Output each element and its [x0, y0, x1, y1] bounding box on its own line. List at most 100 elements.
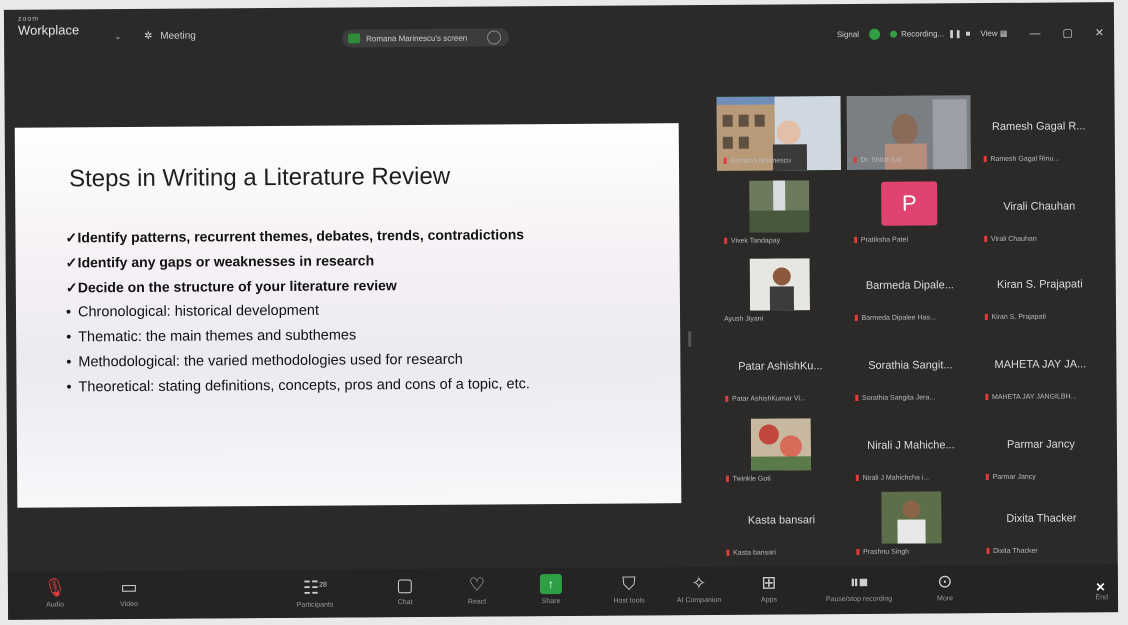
mic-muted-icon: ▮ — [985, 472, 990, 482]
participant-tile[interactable]: Parmar Jancy ▮ Parmar Jancy — [979, 412, 1104, 487]
meeting-menu[interactable]: ✲ Meeting — [144, 31, 196, 42]
participant-name: MAHETA JAY JA... — [994, 358, 1087, 371]
mic-muted-icon: ▮ — [983, 234, 988, 244]
ai-companion-button[interactable]: ✧ AI Companion — [668, 573, 730, 604]
participant-label: ▮ Pratiksha Patel — [853, 235, 908, 244]
pause-stop-recording-icon: ⏸⏹ — [849, 571, 868, 592]
react-button[interactable]: ♡ React — [446, 574, 508, 606]
apps-button[interactable]: ⊞ Apps — [738, 572, 800, 604]
security-icon[interactable] — [487, 30, 502, 45]
share-button[interactable]: ↑ Share — [520, 574, 582, 605]
recording-label: Recording... — [901, 29, 945, 39]
participant-tile[interactable]: ▮ Vivek Tandapay — [717, 176, 842, 251]
bullet-dot-icon: • — [66, 354, 72, 371]
participant-name: Dixita Thacker — [1006, 512, 1077, 525]
participant-tile[interactable]: Virali Chauhan ▮ Virali Chauhan — [977, 174, 1102, 249]
participant-tile[interactable]: Dixita Thacker ▮ Dixita Thacker — [979, 486, 1104, 561]
participant-tile[interactable]: MAHETA JAY JA... ▮ MAHETA JAY JANGILBH... — [978, 332, 1103, 407]
bullet-item: • Methodological: the varied methodologie… — [66, 350, 666, 371]
participant-label-text: Dixita Thacker — [993, 547, 1038, 555]
chevron-down-icon[interactable]: ⌄ — [114, 31, 122, 42]
minimize-button[interactable]: — — [1029, 27, 1040, 39]
mic-muted-icon: ▮ — [984, 312, 989, 322]
participant-tile[interactable]: P ▮ Pratiksha Patel — [847, 175, 972, 250]
participant-tile[interactable]: Sorathia Sangit... ▮ Sorathia Sangita Jer… — [848, 333, 973, 408]
bullet-item: • Chronological: historical development — [66, 300, 666, 321]
participant-label: ▮ Nirali J Mahichcha i... — [855, 472, 929, 482]
audio-button[interactable]: 🎙︎ Audio — [24, 577, 86, 608]
view-grid-icon: ▦ — [999, 28, 1008, 38]
participant-tile[interactable]: ▮ Dr. Shital Sali — [846, 95, 972, 170]
app-title: Workplace — [17, 22, 80, 38]
end-meeting-button[interactable]: ✕ End — [1095, 580, 1108, 601]
mic-muted-icon: ▮ — [853, 234, 858, 244]
restore-button[interactable]: ▢ — [1062, 26, 1072, 39]
bullet-item: • Theoretical: stating definitions, conce… — [66, 375, 666, 396]
participant-label-text: Pratiksha Patel — [860, 236, 909, 244]
participant-label-text: Twinkle Goti — [732, 475, 771, 483]
close-icon: ✕ — [1095, 580, 1106, 595]
recording-control-button[interactable]: ⏸⏹ Pause/stop recording — [814, 572, 904, 604]
participant-tile[interactable]: Ramesh Gagal R... ▮ Ramesh Gagal Rinu... — [977, 94, 1102, 169]
participant-tile[interactable]: ▮ Twinkle Goti — [719, 414, 844, 489]
mic-muted-icon: ▮ — [854, 392, 860, 402]
participant-tile[interactable]: Kiran S. Prajapati ▮ Kiran S. Prajapati — [978, 252, 1103, 327]
mic-muted-icon: ▮ — [982, 154, 988, 164]
stop-icon[interactable]: ■ — [966, 29, 971, 38]
host-tools-button[interactable]: ⛉ Host tools — [598, 573, 660, 604]
participant-label: ▮ Ramesh Gagal Rinu... — [982, 154, 1059, 164]
chat-button[interactable]: ▢ Chat — [374, 575, 436, 606]
more-label: More — [937, 595, 954, 603]
slide-title: Steps in Writing a Literature Review — [68, 162, 451, 193]
split-resize-handle[interactable] — [688, 331, 692, 348]
participant-label-text: Romana Marinescu — [730, 157, 792, 165]
participant-label: ▮ Kiran S. Prajapati — [984, 312, 1046, 321]
participants-button[interactable]: ☷28 Participants — [284, 576, 346, 609]
participant-tile[interactable]: Patar AshishKu... ▮ Patar AshishKumar Vi.… — [718, 334, 843, 409]
recording-indicator[interactable]: Recording... ❚❚ ■ — [890, 29, 970, 39]
bullet-dot-icon: • — [66, 329, 72, 346]
participant-label: ▮ Kasta bansari — [726, 548, 776, 557]
participant-tile[interactable]: Nirali J Mahiche... ▮ Nirali J Mahichcha … — [849, 413, 974, 488]
participant-label-text: MAHETA JAY JANGILBH... — [991, 393, 1077, 401]
react-label: React — [467, 598, 487, 606]
mic-muted-icon: 🎙︎ — [43, 577, 67, 598]
participant-photo-waterfall — [749, 180, 810, 233]
check-icon: ✓ — [65, 279, 78, 296]
participant-name: Ramesh Gagal R... — [991, 120, 1086, 133]
screen-share-indicator[interactable]: Romana Marinescu's screen — [342, 28, 510, 48]
participant-name: Virali Chauhan — [1003, 200, 1076, 213]
participant-tile[interactable]: Ayush Jiyani — [718, 254, 843, 329]
pause-icon[interactable]: ❚❚ — [948, 29, 961, 38]
security-shield-icon[interactable] — [869, 28, 881, 40]
mic-muted-icon: ▮ — [852, 154, 858, 164]
recording-dot-icon — [890, 30, 898, 38]
mic-muted-icon: ▮ — [723, 235, 728, 245]
bullet-item: ✓Identify patterns, recurrent themes, de… — [65, 225, 665, 246]
host-tools-label: Host tools — [613, 597, 645, 605]
participant-tile[interactable]: ▮ Romana Marinescu — [716, 96, 842, 171]
participant-tile[interactable]: ▮ Prashnu Singh — [849, 487, 974, 562]
mic-muted-icon: ▮ — [984, 392, 990, 402]
mic-muted-icon: ▮ — [725, 547, 731, 557]
close-button[interactable]: ✕ — [1095, 26, 1104, 39]
more-button[interactable]: ⊙ More — [914, 571, 976, 602]
bullet-dot-icon: • — [65, 304, 72, 321]
meeting-toolbar: 🎙︎ Audio ▭ Video ☷28 Participants ▢ Chat… — [7, 564, 1119, 620]
chat-icon: ▢ — [396, 575, 414, 596]
bullet-text: Decide on the structure of your literatu… — [77, 277, 397, 296]
participant-label-text: Ayush Jiyani — [724, 315, 764, 323]
view-label: View — [980, 28, 998, 39]
apps-label: Apps — [761, 596, 778, 604]
view-button[interactable]: View ▦ — [980, 29, 1007, 38]
end-label: End — [1095, 594, 1109, 602]
participant-tile[interactable]: Barmeda Dipale... ▮ Barmeda Dipalee Has..… — [848, 253, 973, 328]
video-button[interactable]: ▭ Video — [98, 577, 160, 608]
participant-label-text: Kasta bansari — [733, 549, 776, 557]
meeting-label: Meeting — [160, 30, 196, 42]
participant-label-text: Kiran S. Prajapati — [991, 313, 1046, 321]
participant-label-text: Dr. Shital Sali — [860, 156, 903, 164]
chat-label: Chat — [397, 599, 413, 607]
participant-tile[interactable]: Kasta bansari ▮ Kasta bansari — [719, 488, 844, 563]
participants-label: Participants — [296, 601, 334, 609]
